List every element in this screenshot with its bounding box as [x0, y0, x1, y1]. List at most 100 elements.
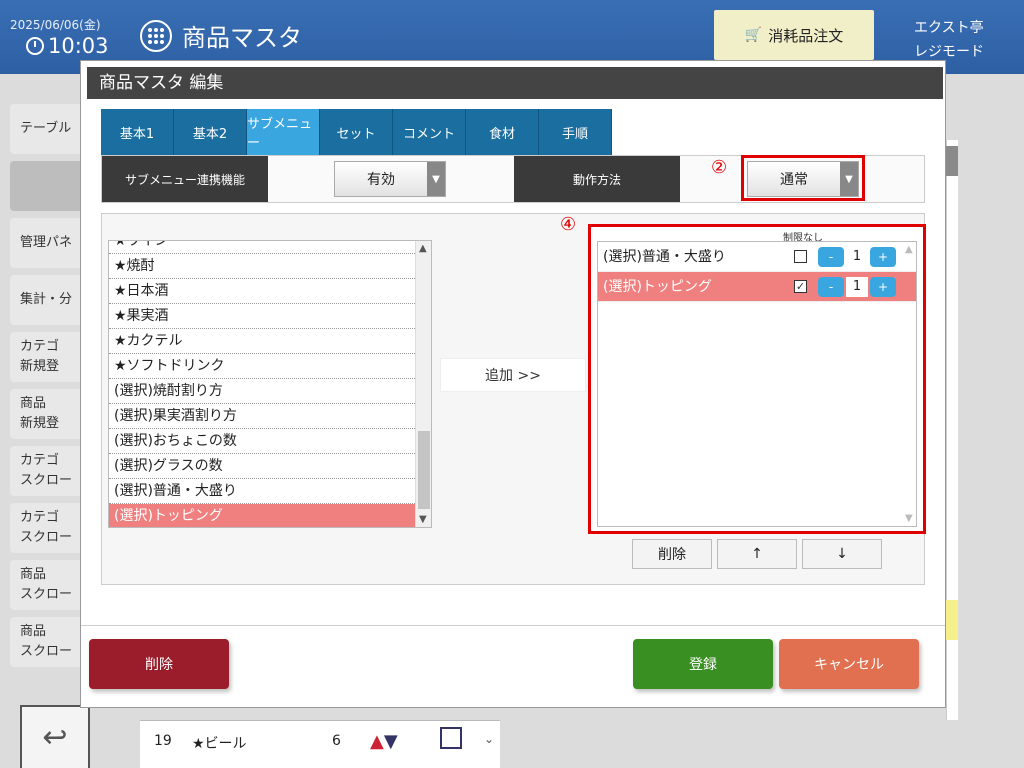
tab-1[interactable]: 基本2 [174, 109, 247, 155]
submenu-link-label: サブメニュー連携機能 [102, 156, 268, 202]
footer-divider [81, 625, 945, 626]
row-number: 19 [154, 733, 172, 749]
sidebar-item[interactable] [10, 161, 90, 211]
app-title-text: 商品マスタ [182, 24, 302, 52]
marker-2: ② [711, 157, 728, 178]
submenu-link-select[interactable]: 有効 ▼ [334, 161, 446, 197]
increment-button[interactable]: + [870, 277, 896, 297]
tab-0[interactable]: 基本1 [101, 109, 174, 155]
submenu-link-value: 有効 [367, 172, 395, 188]
marker-4: ④ [560, 214, 577, 235]
delete-button[interactable]: 削除 [89, 639, 229, 689]
scroll-down-icon[interactable]: ▼ [905, 513, 913, 524]
list-item[interactable]: (選択)グラスの数 [109, 454, 431, 479]
sidebar: テーブル管理パネ集計・分カテゴ 新規登 商品 新規登カテゴ スクロー カテゴ スクロー 商品ス… [10, 104, 90, 674]
quantity-value: 1 [846, 277, 868, 297]
available-items: ★ワイン ★焼酎 ★日本酒 ★果実酒 ★カクテル ★ソフトドリンク (選択)焼酎割り方 (選択… [109, 241, 431, 527]
sidebar-item[interactable]: 管理パネ [10, 218, 90, 268]
operation-select-highlight: 通常 ▼ [741, 155, 865, 201]
selected-submenu-list[interactable]: (選択)普通・大盛り -1 + (選択)トッピング ✓ -1 + ▲ ▼ [597, 241, 917, 527]
modal-title: 商品マスタ 編集 [87, 67, 943, 99]
store-info: エクスト亭 レジモード [914, 16, 984, 64]
submenu-list-area: ★ワイン ★焼酎 ★日本酒 ★果実酒 ★カクテル ★ソフトドリンク (選択)焼酎割り方 (選択… [101, 213, 926, 585]
cancel-button[interactable]: キャンセル [779, 639, 919, 689]
no-limit-checkbox[interactable]: ✓ [794, 280, 807, 293]
sidebar-item[interactable]: カテゴ スクロー [10, 503, 90, 553]
grid-menu-icon[interactable] [140, 19, 172, 52]
selected-items: (選択)普通・大盛り -1 + (選択)トッピング ✓ -1 + [598, 242, 916, 302]
list-item[interactable]: (選択)トッピング [109, 504, 431, 527]
scroll-down-icon[interactable]: ▼ [419, 514, 427, 525]
selected-list-item[interactable]: (選択)普通・大盛り -1 + [598, 242, 916, 272]
row-count: 6 [332, 733, 341, 749]
time-text: 10:03 [48, 34, 109, 58]
list-item[interactable]: ★日本酒 [109, 279, 431, 304]
item-label: (選択)普通・大盛り [603, 249, 726, 265]
tab-5[interactable]: 食材 [466, 109, 539, 155]
sidebar-item[interactable]: 商品 新規登 [10, 389, 90, 439]
move-up-button[interactable]: ↑ [717, 539, 797, 569]
tab-3[interactable]: セット [320, 109, 393, 155]
chevron-down-icon: ▼ [427, 162, 445, 196]
register-button[interactable]: 登録 [633, 639, 773, 689]
item-label: (選択)トッピング [603, 279, 712, 295]
store-name: エクスト亭 [914, 20, 984, 36]
operation-select[interactable]: 通常 ▼ [747, 161, 859, 197]
move-up-icon[interactable]: ▲ [370, 731, 384, 752]
left-scrollbar[interactable]: ▲ ▼ [415, 241, 431, 527]
edit-icon[interactable] [440, 727, 462, 749]
list-item[interactable]: ★焼酎 [109, 254, 431, 279]
increment-button[interactable]: + [870, 247, 896, 267]
list-item[interactable]: (選択)普通・大盛り [109, 479, 431, 504]
selected-submenu-highlight: 制限なし (選択)普通・大盛り -1 + (選択)トッピング ✓ -1 + ▲ ▼ [588, 224, 926, 534]
date-display: 2025/06/06(金) [10, 18, 101, 32]
sidebar-item[interactable]: カテゴ スクロー [10, 446, 90, 496]
tab-6[interactable]: 手順 [539, 109, 612, 155]
cart-icon: 🛒 [744, 27, 763, 43]
sidebar-item[interactable]: カテゴ 新規登 [10, 332, 90, 382]
sidebar-item[interactable]: 集計・分 [10, 275, 90, 325]
tab-2[interactable]: サブメニュー [247, 109, 320, 155]
remove-item-button[interactable]: 削除 [632, 539, 712, 569]
clock-display: 10:03 [26, 34, 109, 58]
scroll-up-icon[interactable]: ▲ [419, 243, 427, 254]
scroll-down-icon[interactable]: ⌄ [484, 732, 494, 746]
tab-4[interactable]: コメント [393, 109, 466, 155]
back-button[interactable]: ↩ [20, 705, 90, 768]
sidebar-item[interactable]: 商品 スクロー [10, 617, 90, 667]
list-item[interactable]: (選択)おちょこの数 [109, 429, 431, 454]
list-item[interactable]: (選択)果実酒割り方 [109, 404, 431, 429]
list-item[interactable]: ★ワイン [109, 241, 431, 254]
decrement-button[interactable]: - [818, 277, 844, 297]
list-item[interactable]: ★カクテル [109, 329, 431, 354]
clock-icon [26, 37, 44, 55]
no-limit-checkbox[interactable] [794, 250, 807, 263]
list-item[interactable]: (選択)焼酎割り方 [109, 379, 431, 404]
sidebar-item[interactable]: 商品 スクロー [10, 560, 90, 610]
background-scrollbar [946, 146, 958, 176]
available-submenu-list[interactable]: ★ワイン ★焼酎 ★日本酒 ★果実酒 ★カクテル ★ソフトドリンク (選択)焼酎割り方 (選択… [108, 240, 432, 528]
decrement-button[interactable]: - [818, 247, 844, 267]
chevron-down-icon: ▼ [840, 162, 858, 196]
scroll-thumb[interactable] [418, 431, 430, 509]
operation-label: 動作方法 [514, 156, 680, 202]
app-title[interactable]: 商品マスタ [140, 18, 302, 53]
sort-arrows[interactable]: ▲▼ [370, 731, 398, 752]
background-highlight-row [946, 600, 958, 640]
list-item[interactable]: ★ソフトドリンク [109, 354, 431, 379]
background-table: 19 ★ビール 6 ▲▼ [140, 720, 500, 768]
supply-order-label: 消耗品注文 [768, 26, 844, 45]
scroll-up-icon[interactable]: ▲ [905, 244, 913, 255]
sidebar-item[interactable]: テーブル [10, 104, 90, 154]
supply-order-button[interactable]: 🛒 消耗品注文 [714, 10, 874, 60]
add-button[interactable]: 追加 >> [440, 358, 586, 392]
operation-value: 通常 [780, 172, 808, 188]
move-down-icon[interactable]: ▼ [384, 731, 398, 752]
move-down-button[interactable]: ↓ [802, 539, 882, 569]
quantity-value: 1 [846, 247, 868, 267]
selected-list-item[interactable]: (選択)トッピング ✓ -1 + [598, 272, 916, 302]
right-scrollbar[interactable]: ▲ ▼ [902, 242, 916, 526]
back-arrow-icon: ↩ [42, 720, 68, 755]
list-item[interactable]: ★果実酒 [109, 304, 431, 329]
edit-modal: 商品マスタ 編集 基本1 基本2 サブメニュー セット コメント 食材 手順 サブメニュー連… [80, 60, 946, 708]
